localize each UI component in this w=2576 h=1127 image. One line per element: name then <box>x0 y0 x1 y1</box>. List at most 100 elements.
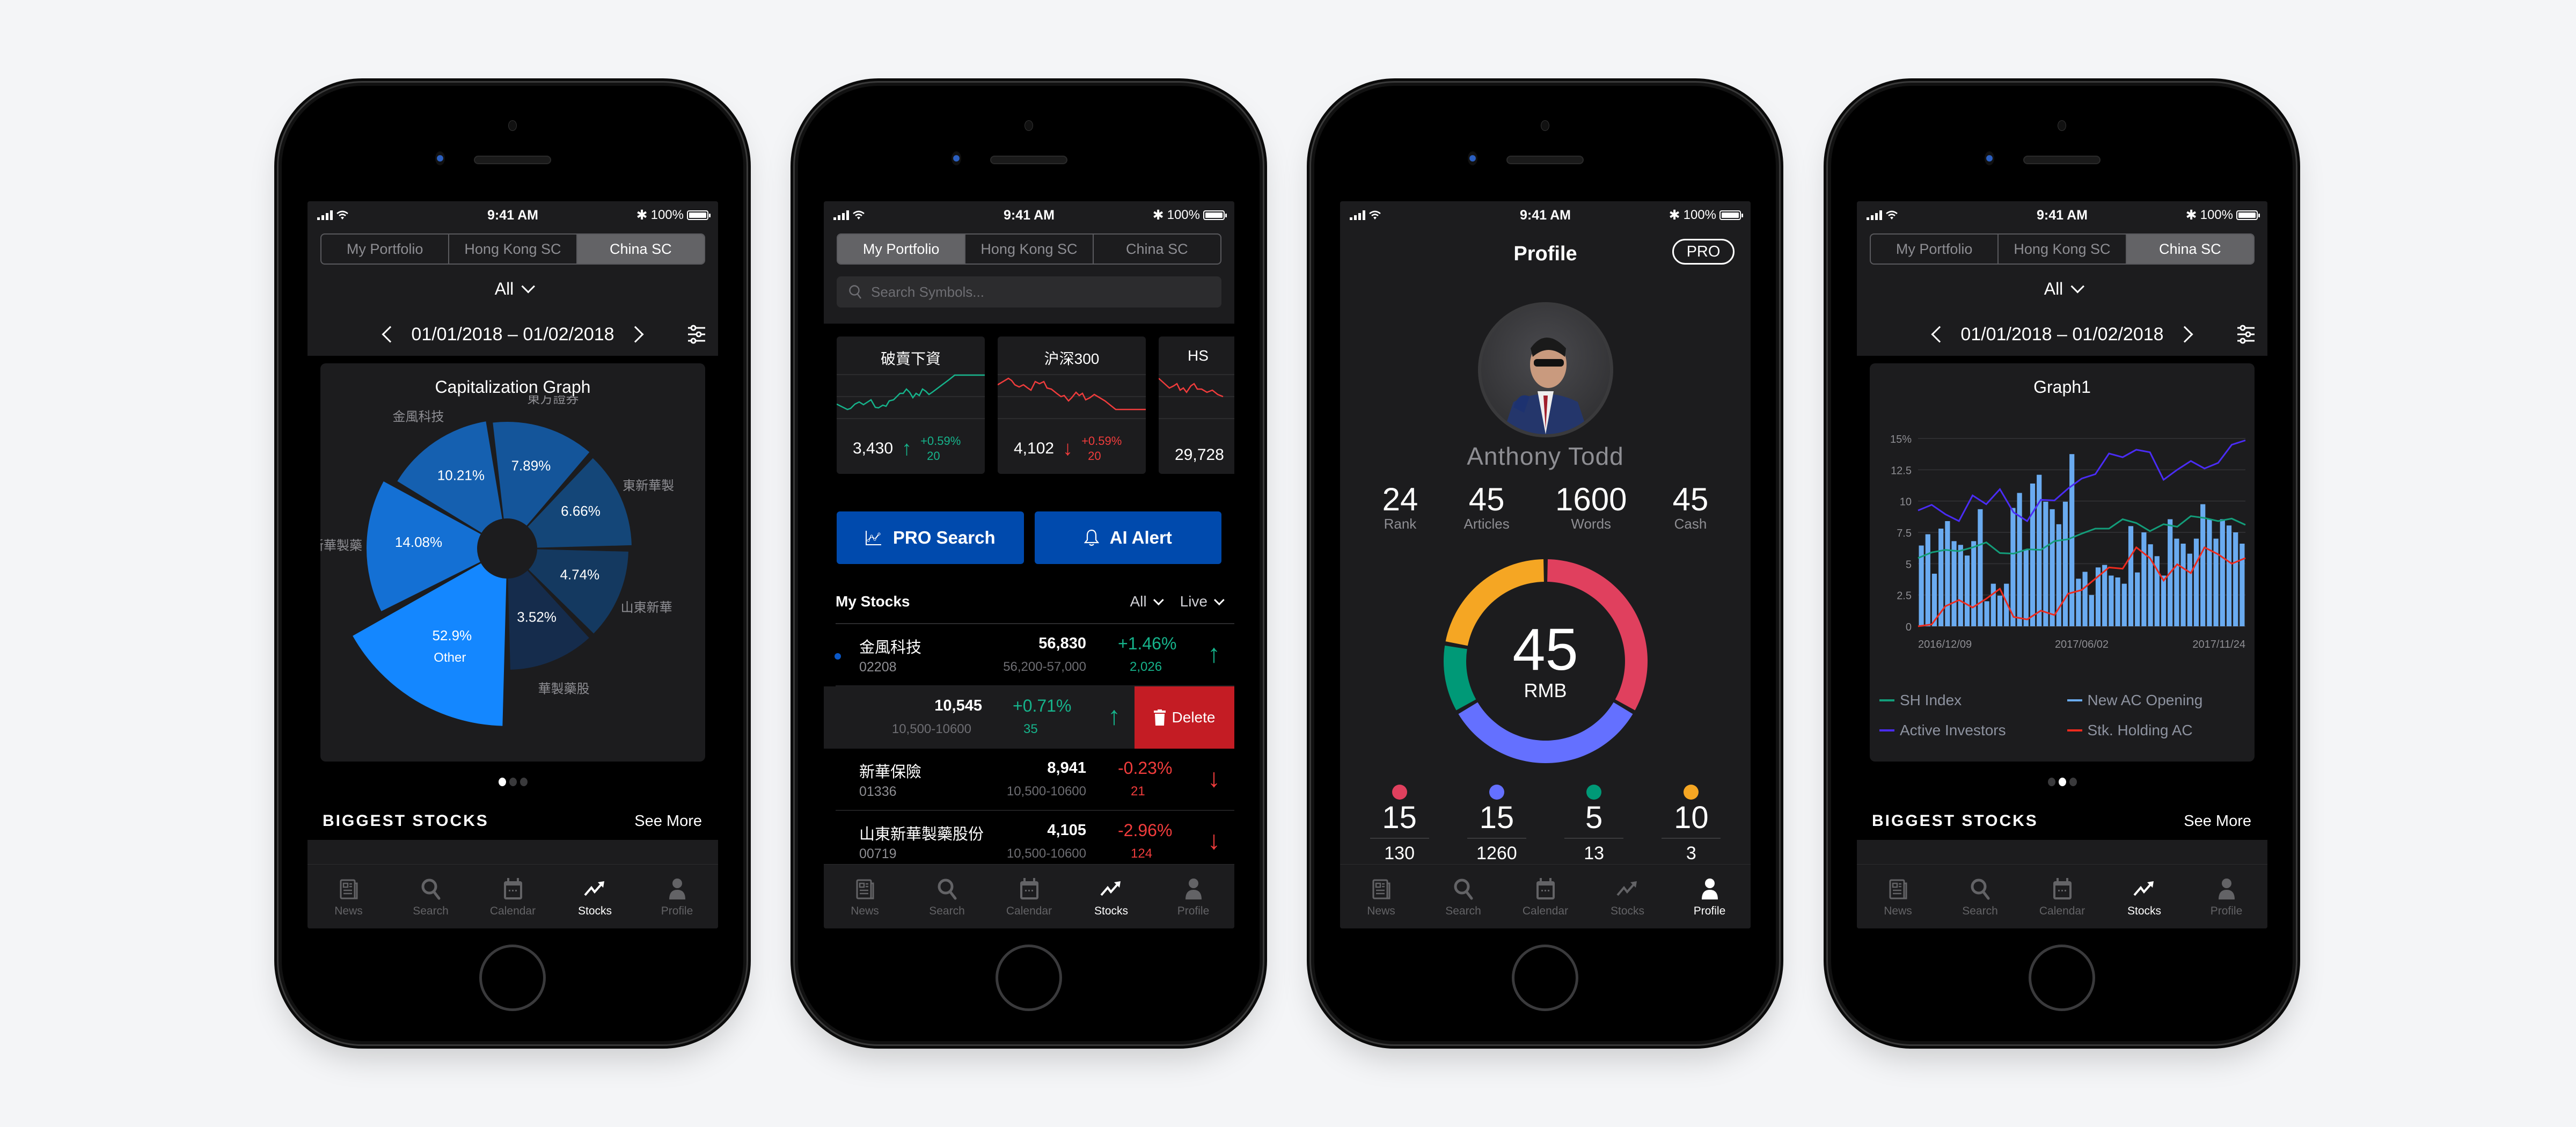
legend-item: 15 1260 <box>1467 785 1526 864</box>
screen-my-portfolio: 9:41 AM ✱ 100% My Portfolio Hong Kong SC … <box>824 201 1234 928</box>
front-camera <box>952 151 961 165</box>
stock-range: 56,200-57,000 <box>1003 660 1086 674</box>
tab-news[interactable]: News <box>308 865 390 928</box>
stat-value: 45 <box>1468 481 1505 517</box>
my-stocks-header: My Stocks All Live <box>836 580 1234 624</box>
legend-dot <box>1684 785 1699 800</box>
tab-search[interactable]: Search <box>1939 865 2021 928</box>
stock-row[interactable]: 新華保險 01336 8,941 10,500-10600 -0.23% 21 … <box>824 749 1234 811</box>
filter-dropdown[interactable]: All <box>308 265 718 313</box>
segment-my-portfolio[interactable]: My Portfolio <box>1871 235 1999 264</box>
tab-stocks[interactable]: Stocks <box>2103 865 2185 928</box>
tab-profile[interactable]: Profile <box>2185 865 2267 928</box>
ai-alert-button[interactable]: AI Alert <box>1034 511 1221 564</box>
legend-sub: 3 <box>1686 843 1696 863</box>
bluetooth-icon: ✱ <box>2185 208 2197 223</box>
stock-name: 新華保險 <box>859 764 922 781</box>
date-range: 01/01/2018 – 01/02/2018 <box>1960 324 2164 345</box>
slice-value-label: 3.52% <box>517 609 557 625</box>
avatar[interactable] <box>1477 302 1613 437</box>
segment-hong-kong-sc[interactable]: Hong Kong SC <box>965 235 1094 264</box>
page-dot[interactable] <box>2069 778 2077 786</box>
tab-profile[interactable]: Profile <box>1152 865 1234 928</box>
segment-china-sc[interactable]: China SC <box>2126 235 2253 264</box>
legend-item: 10 3 <box>1662 785 1721 864</box>
delete-button[interactable]: Delete <box>1135 686 1234 749</box>
filter-live-dropdown[interactable]: Live <box>1180 593 1225 610</box>
search-symbols-input[interactable]: Search Symbols... <box>837 276 1221 308</box>
next-date-icon[interactable] <box>2176 326 2193 343</box>
tab-stocks[interactable]: Stocks <box>1070 865 1152 928</box>
battery-icon <box>687 210 711 220</box>
trending-up-icon <box>1100 881 1121 896</box>
tab-news[interactable]: News <box>1857 865 1939 928</box>
page-dot[interactable] <box>509 778 517 786</box>
prev-date-icon[interactable] <box>1931 326 1948 343</box>
sparkline-up <box>837 374 985 411</box>
legend-item: Active Investors <box>1879 722 2067 739</box>
prev-date-icon[interactable] <box>382 326 399 343</box>
segment-my-portfolio[interactable]: My Portfolio <box>838 235 966 264</box>
signal-icon <box>1867 210 1882 220</box>
page-dot[interactable] <box>519 778 528 786</box>
index-card[interactable]: 沪深300 4,102 ↓ +0.59% 20 <box>998 336 1146 474</box>
page-dot[interactable] <box>2047 778 2055 786</box>
stock-change-pct: -2.96% <box>1118 821 1173 840</box>
legend-value: 15 <box>1370 801 1429 839</box>
home-button[interactable] <box>996 945 1062 1011</box>
tab-search[interactable]: Search <box>1422 865 1504 928</box>
filter-all-dropdown[interactable]: All <box>1130 593 1164 610</box>
home-button[interactable] <box>1512 945 1578 1011</box>
tab-news[interactable]: News <box>1340 865 1422 928</box>
tab-calendar[interactable]: Calendar <box>1504 865 1586 928</box>
biggest-stocks-header: BIGGEST STOCKS See More <box>308 802 718 840</box>
search-icon <box>1454 879 1473 899</box>
sliders-icon[interactable] <box>2236 325 2256 344</box>
home-button[interactable] <box>479 945 546 1011</box>
proximity-sensor <box>1024 120 1033 131</box>
page-dot[interactable] <box>2058 778 2066 786</box>
stat-label: Rank <box>1384 516 1417 532</box>
index-card[interactable]: 破賣下資 3,430 ↑ +0.59% 20 <box>837 336 985 474</box>
index-card[interactable]: HS 29,728 <box>1159 336 1234 474</box>
see-more-link[interactable]: See More <box>2184 813 2251 830</box>
segment-my-portfolio[interactable]: My Portfolio <box>321 235 450 264</box>
tab-profile[interactable]: Profile <box>636 865 718 928</box>
tab-label: News <box>1884 904 1912 917</box>
tab-stocks[interactable]: Stocks <box>1586 865 1668 928</box>
home-button[interactable] <box>2029 945 2095 1011</box>
filter-dropdown[interactable]: All <box>1857 265 2267 313</box>
stat-cash: 45 Cash <box>1673 484 1709 532</box>
segment-china-sc[interactable]: China SC <box>1094 235 1220 264</box>
next-date-icon[interactable] <box>627 326 644 343</box>
tab-search[interactable]: Search <box>390 865 472 928</box>
tab-calendar[interactable]: Calendar <box>472 865 554 928</box>
legend-value: 10 <box>1662 801 1721 839</box>
tab-calendar[interactable]: Calendar <box>988 865 1070 928</box>
screen-stocks-graph: 9:41 AM ✱ 100% My Portfolio Hong Kong SC … <box>1857 201 2267 928</box>
index-name: 沪深300 <box>1044 350 1100 367</box>
earpiece-speaker <box>2023 156 2101 164</box>
tab-label: Stocks <box>2127 904 2162 917</box>
stock-row[interactable]: 金風科技 02208 56,830 56,200-57,000 +1.46% 2… <box>824 624 1234 686</box>
see-more-link[interactable]: See More <box>634 813 702 830</box>
segment-hong-kong-sc[interactable]: Hong Kong SC <box>449 235 577 264</box>
segment-hong-kong-sc[interactable]: Hong Kong SC <box>1999 235 2127 264</box>
sparkline-down <box>1159 378 1224 398</box>
tab-profile[interactable]: Profile <box>1668 865 1751 928</box>
sliders-icon[interactable] <box>687 325 706 344</box>
tab-calendar[interactable]: Calendar <box>2021 865 2103 928</box>
segment-china-sc[interactable]: China SC <box>577 235 704 264</box>
search-icon <box>849 285 861 299</box>
trending-up-icon <box>583 881 604 896</box>
stock-row-swiped[interactable]: 10,545 10,500-10600 +0.71% 35 ↑ Delete <box>824 686 1234 749</box>
pro-badge-button[interactable]: PRO <box>1672 239 1735 265</box>
tab-search[interactable]: Search <box>906 865 988 928</box>
person-icon <box>2218 878 2235 899</box>
tab-stocks[interactable]: Stocks <box>554 865 636 928</box>
index-cards-carousel[interactable]: 破賣下資 3,430 ↑ +0.59% 20 沪深300 4,102 ↓ +0.59% 20… <box>824 324 1234 495</box>
tab-news[interactable]: News <box>824 865 906 928</box>
capitalization-chart-card: Capitalization Graph 52.9% Other 14.08% 新華製… <box>320 363 705 762</box>
page-dot[interactable] <box>498 778 506 786</box>
pro-search-button[interactable]: PRO Search <box>837 511 1024 564</box>
